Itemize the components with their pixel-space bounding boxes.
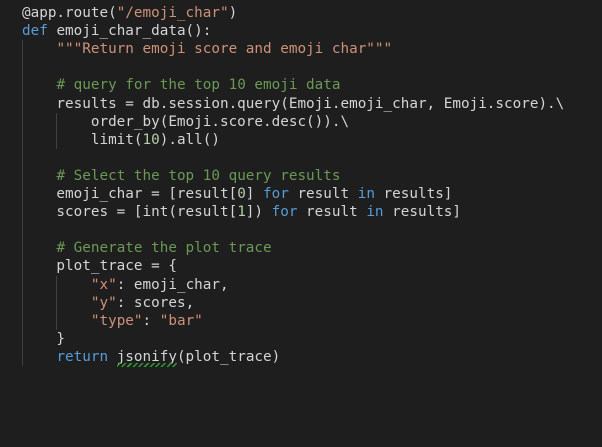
code-token-keyword: return: [56, 348, 109, 365]
code-token-keyword: in: [357, 186, 375, 202]
code-token-default: :: [142, 312, 160, 329]
code-line: # query for the top 10 emoji data: [22, 76, 340, 94]
code-token-keyword: for: [271, 204, 298, 221]
code-token-default: }: [22, 330, 66, 347]
code-token-number: 10: [142, 131, 160, 148]
code-token-default: [22, 168, 56, 184]
code-line: results = db.session.query(Emoji.emoji_c…: [22, 95, 564, 113]
code-token-default: results = db.session.query(Emoji.emoji_c…: [22, 95, 565, 112]
code-line: """Return emoji score and emoji char""": [22, 40, 392, 58]
code-line: }: [22, 330, 65, 348]
code-line: order_by(Emoji.score.desc()).\: [22, 113, 349, 131]
code-token-comment: # Select the top 10 query results: [56, 167, 341, 184]
code-token-default: results]: [383, 204, 462, 221]
code-token-default: [22, 77, 56, 93]
code-token-default: emoji_char_data():: [56, 23, 212, 40]
code-token-comment: # Generate the plot trace: [56, 240, 272, 257]
code-token-default: scores = [int(result[: [22, 204, 238, 221]
code-token-default: [22, 349, 56, 365]
code-token-string: "x": [90, 276, 117, 293]
code-line: # Generate the plot trace: [22, 239, 272, 257]
code-token-string: """Return emoji score and emoji char""": [56, 41, 393, 58]
code-token-default: ): [228, 5, 238, 21]
code-line: emoji_char = [result[0] for result in re…: [22, 185, 452, 203]
code-line: def emoji_char_data():: [22, 22, 211, 40]
code-token-number: 0: [237, 186, 246, 202]
code-editor[interactable]: @app.route("/emoji_char") def emoji_char_…: [0, 0, 602, 447]
code-token-string: "y": [90, 294, 117, 311]
code-token-string: "bar": [159, 312, 203, 329]
code-token-default: [22, 313, 91, 329]
code-token-default: : scores,: [116, 294, 195, 311]
code-token-default: emoji_char = [result[: [22, 186, 238, 202]
code-token-default: results]: [374, 186, 453, 202]
code-token-string: "/emoji_char": [116, 5, 229, 21]
code-token-default: result: [297, 204, 367, 221]
code-token-keyword: in: [366, 204, 384, 221]
code-line: # Select the top 10 query results: [22, 167, 340, 185]
code-token-default: [22, 295, 91, 311]
code-line: "x": emoji_char,: [22, 276, 229, 294]
code-line: plot_trace = {: [22, 257, 177, 275]
code-token-default: ]): [245, 204, 272, 221]
code-line: @app.route("/emoji_char"): [22, 4, 237, 22]
code-line: scores = [int(result[1]) for result in r…: [22, 203, 461, 221]
lint-warning-underline: [116, 362, 177, 367]
code-line: "y": scores,: [22, 294, 194, 312]
code-token-default: ]: [245, 186, 264, 202]
code-token-default: order_by(Emoji.score.desc()).\: [22, 113, 350, 130]
code-token-string: "type": [90, 312, 143, 329]
code-token-comment: # query for the top 10 emoji data: [56, 77, 341, 94]
code-token-default: plot_trace = {: [22, 258, 177, 275]
code-line: "type": "bar": [22, 312, 203, 330]
code-token-default: : emoji_char,: [116, 276, 229, 293]
code-token-default: [22, 240, 56, 256]
code-token-default: [22, 277, 91, 293]
code-line: limit(10).all(): [22, 131, 220, 149]
code-token-default: result: [288, 186, 358, 202]
code-token-default: ).all(): [159, 131, 220, 148]
code-token-number: 1: [237, 204, 246, 221]
code-token-default: @app.route(: [22, 5, 117, 21]
code-token-default: [22, 41, 56, 57]
code-token-default: limit(: [22, 131, 143, 148]
code-token-keyword: def: [22, 23, 57, 40]
code-token-keyword: for: [263, 186, 289, 202]
